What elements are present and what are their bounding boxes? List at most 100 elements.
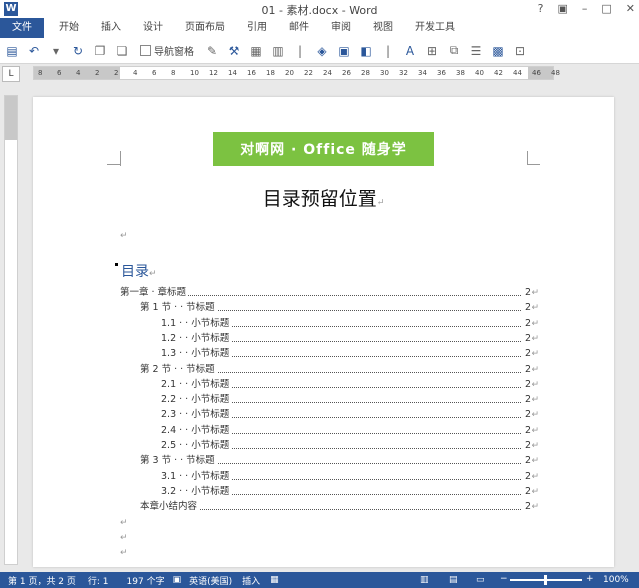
toc-entry[interactable]: 1.1 · · 小节标题 2 ↵ <box>33 316 539 331</box>
toc-entry[interactable]: 2.4 · · 小节标题 2 ↵ <box>33 423 539 438</box>
toc-entry[interactable]: 1.2 · · 小节标题 2 ↵ <box>33 331 539 346</box>
tab-0[interactable]: 文件 <box>0 18 44 38</box>
paragraph-mark: ↵ <box>120 231 128 241</box>
paste-icon[interactable]: ❏ <box>114 43 130 59</box>
toc-entry[interactable]: 2.2 · · 小节标题 2 ↵ <box>33 393 539 408</box>
toc-entry-text: 本章小结内容 <box>140 500 200 515</box>
ruler-number: 34 <box>418 69 427 77</box>
read-mode-icon[interactable]: ▥ <box>420 575 429 585</box>
toc-entry-text: 2.4 · · 小节标题 <box>161 423 232 438</box>
tab-7[interactable]: 审阅 <box>320 18 362 38</box>
toc-heading-text: 目录 <box>121 264 149 280</box>
minimize-icon[interactable]: – <box>582 2 588 15</box>
borders-icon[interactable]: ⊞ <box>424 43 440 59</box>
ruler-number: 32 <box>399 69 408 77</box>
word-count[interactable]: 197 个字 <box>127 574 165 587</box>
zoom-out-icon[interactable]: − <box>500 574 508 584</box>
ruler-number: 26 <box>342 69 351 77</box>
ruler-number: 44 <box>513 69 522 77</box>
ruler-number: 20 <box>285 69 294 77</box>
save-icon[interactable]: ▤ <box>4 43 20 59</box>
web-layout-icon[interactable]: ▭ <box>476 575 485 585</box>
toc-entry[interactable]: 1.3 · · 小节标题 2 ↵ <box>33 347 539 362</box>
tab-6[interactable]: 邮件 <box>278 18 320 38</box>
maximize-icon[interactable]: □ <box>601 2 611 15</box>
ruler-number: 6 <box>152 69 157 77</box>
paragraph-mark: ↵ <box>531 456 539 467</box>
shapes-icon[interactable]: ◈ <box>314 43 330 59</box>
zoom-slider-thumb[interactable] <box>544 575 547 585</box>
toc-entry-page: 2 <box>524 440 531 451</box>
ribbon-display-icon[interactable]: ▣ <box>557 2 567 15</box>
align-icon[interactable]: ☰ <box>468 43 484 59</box>
toc-entry[interactable]: 2.1 · · 小节标题 2 ↵ <box>33 377 539 392</box>
zoom-in-icon[interactable]: + <box>586 574 594 584</box>
document-page[interactable]: 对啊网 · Office 随身学 目录预留位置 ↵ ↵ 目录 ↵ 第一章 · 章标题… <box>33 97 614 567</box>
toc-entry-page: 2 <box>524 424 531 436</box>
toc-entry-page: 2 <box>524 394 531 406</box>
tab-5[interactable]: 引用 <box>236 18 278 38</box>
toc-entry-page: 2 <box>524 378 531 390</box>
print-layout-icon[interactable]: ▤ <box>449 575 458 585</box>
ruler-number: 46 <box>532 69 541 77</box>
document-title-text: 目录预留位置 <box>262 188 377 210</box>
toc-entry-page: 2 <box>524 302 531 314</box>
toc-entry[interactable]: 本章小结内容 2 ↵ <box>33 500 539 515</box>
smartart-icon[interactable]: ◧ <box>358 43 374 59</box>
toc-entry-text: 1.1 · · 小节标题 <box>161 316 232 331</box>
toc-entry[interactable]: 第 1 节 · · 节标题 2 ↵ <box>33 301 539 316</box>
toc-entry[interactable]: 第一章 · 章标题 2 ↵ <box>33 286 539 300</box>
copy-icon[interactable]: ❐ <box>92 43 108 59</box>
format-painter-icon[interactable]: ✎ <box>204 43 220 59</box>
proofing-icon[interactable]: ▣ <box>173 575 182 585</box>
close-icon[interactable]: ✕ <box>626 2 635 15</box>
macro-icon[interactable]: ▦ <box>270 575 279 585</box>
toc-entry-text: 1.3 · · 小节标题 <box>161 347 232 362</box>
help-icon[interactable]: ? <box>538 2 544 15</box>
tab-selector[interactable]: L <box>2 66 20 82</box>
insert-table-icon[interactable]: ▦ <box>248 43 264 59</box>
tab-1[interactable]: 开始 <box>48 18 90 38</box>
toc-entry[interactable]: 3.2 · · 小节标题 2 ↵ <box>33 484 539 499</box>
highlight-icon[interactable]: A <box>402 43 418 59</box>
columns-icon[interactable]: ▥ <box>270 43 286 59</box>
toc-entry[interactable]: 第 2 节 · · 节标题 2 ↵ <box>33 362 539 377</box>
toc-entry[interactable]: 3.1 · · 小节标题 2 ↵ <box>33 469 539 484</box>
language[interactable]: 英语(美国) <box>189 574 232 587</box>
nav-pane-toggle[interactable]: 导航窗格 <box>140 43 194 58</box>
tab-8[interactable]: 视图 <box>362 18 404 38</box>
redo-icon[interactable]: ↻ <box>70 43 86 59</box>
arrange-icon[interactable]: ⧉ <box>446 43 462 59</box>
tab-3[interactable]: 设计 <box>132 18 174 38</box>
toc-entry-text: 2.1 · · 小节标题 <box>161 377 232 392</box>
paragraph-mark: ↵ <box>531 502 539 513</box>
toc-entry[interactable]: 2.3 · · 小节标题 2 ↵ <box>33 408 539 423</box>
picture-icon[interactable]: ▣ <box>336 43 352 59</box>
paragraph-mark: ↵ <box>531 303 539 314</box>
dropdown-icon[interactable]: ▾ <box>48 43 64 59</box>
nav-pane-label: 导航窗格 <box>154 47 194 58</box>
tab-2[interactable]: 插入 <box>90 18 132 38</box>
nav-pane-checkbox[interactable] <box>140 45 151 56</box>
ruler-number: 42 <box>494 69 503 77</box>
toc-entry-text: 第一章 · 章标题 <box>120 286 189 300</box>
insert-mode[interactable]: 插入 <box>242 574 260 587</box>
heading-bullet <box>115 263 118 266</box>
tab-4[interactable]: 页面布局 <box>174 18 236 38</box>
selection-pane-icon[interactable]: ⊡ <box>512 43 528 59</box>
group-icon[interactable]: ▩ <box>490 43 506 59</box>
toc-entry-page: 2 <box>524 485 531 497</box>
separator2-icon: | <box>385 43 391 58</box>
vertical-ruler[interactable] <box>4 95 18 565</box>
paragraph-mark: ↵ <box>531 333 539 344</box>
page-count[interactable]: 第 1 页，共 2 页 <box>8 574 76 587</box>
tab-9[interactable]: 开发工具 <box>404 18 466 38</box>
toc-entry[interactable]: 2.5 · · 小节标题 2 ↵ <box>33 439 539 453</box>
horizontal-ruler[interactable]: 8 6 4 2 2 4 6 8 10 12 14 16 18 20 22 24 26 28 30 32 34 36 38 40… <box>33 66 560 80</box>
undo-icon[interactable]: ↶ <box>26 43 42 59</box>
banner-image: 对啊网 · Office 随身学 <box>213 132 434 166</box>
zoom-level[interactable]: 100% <box>603 575 629 585</box>
toc-entry[interactable]: 第 3 节 · · 节标题 2 ↵ <box>33 454 539 469</box>
ruler-number: 48 <box>551 69 560 77</box>
brush-icon[interactable]: ⚒ <box>226 43 242 59</box>
